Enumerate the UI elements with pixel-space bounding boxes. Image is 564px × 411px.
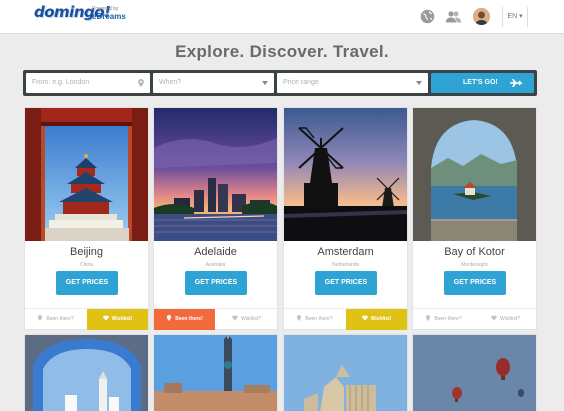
city-name: Bay of Kotor <box>444 246 505 258</box>
destination-card-adelaide[interactable]: Adelaide Australia GET PRICES Been there… <box>153 107 278 330</box>
price-placeholder: Price range <box>283 79 319 86</box>
top-bar: domingo! Powered by eDreams EN ▾ <box>0 0 564 34</box>
been-there-label: Been there? <box>46 316 74 322</box>
get-prices-button[interactable]: GET PRICES <box>315 271 377 295</box>
destination-card-photo[interactable] <box>283 334 408 411</box>
heart-icon <box>361 315 368 321</box>
been-there-label: Been there! <box>175 316 203 322</box>
search-bar: From: e.g. London When? Price range LET'… <box>23 70 537 96</box>
card-actions: Been there? Wishlist! <box>284 308 407 330</box>
get-prices-button[interactable]: GET PRICES <box>185 271 247 295</box>
chevron-down-icon <box>416 81 422 85</box>
friends-icon[interactable] <box>445 8 462 25</box>
wishlist-label: Wishlist? <box>499 316 520 322</box>
wishlist-label: Wishlist? <box>240 316 261 322</box>
country-name: China <box>79 262 94 268</box>
get-prices-button[interactable]: GET PRICES <box>444 271 506 295</box>
bay-of-kotor-photo[interactable] <box>413 108 536 241</box>
been-there-label: Been there? <box>305 316 333 322</box>
domingo-logo[interactable]: domingo! <box>34 3 111 27</box>
from-placeholder: From: e.g. London <box>32 79 90 86</box>
destination-card-amsterdam[interactable]: Amsterdam Netherlands GET PRICES Been th… <box>283 107 408 330</box>
get-prices-button[interactable]: GET PRICES <box>56 271 118 295</box>
city-name: Beijing <box>69 246 104 258</box>
wishlist-button[interactable]: Wishlist! <box>87 309 148 330</box>
been-there-button[interactable]: Been there! <box>154 309 215 330</box>
location-pin-icon <box>138 79 144 87</box>
globe-icon[interactable] <box>419 8 436 25</box>
adelaide-photo[interactable] <box>154 108 277 241</box>
page-tagline: Explore. Discover. Travel. <box>175 42 389 61</box>
heart-icon <box>102 315 109 321</box>
wishlist-label: Wishlist! <box>370 316 392 322</box>
language-selector[interactable]: EN ▾ <box>502 7 528 27</box>
powered-by-badge: Powered by eDreams <box>92 6 132 26</box>
been-there-button[interactable]: Been there? <box>25 309 86 330</box>
destination-card-bay-of-kotor[interactable]: Bay of Kotor Montenegro GET PRICES Been … <box>412 107 537 330</box>
been-there-button[interactable]: Been there? <box>284 309 345 330</box>
country-name: Netherlands <box>332 262 359 268</box>
location-pin-icon <box>167 315 172 321</box>
amsterdam-photo[interactable] <box>284 108 407 241</box>
from-field[interactable]: From: e.g. London <box>26 73 150 93</box>
wishlist-button[interactable]: Wishlist! <box>346 309 407 330</box>
card-actions: Been there! Wishlist? <box>154 308 277 330</box>
destination-card-photo[interactable] <box>412 334 537 411</box>
city-name: Amsterdam <box>317 246 374 258</box>
user-avatar[interactable] <box>473 8 490 25</box>
location-pin-icon <box>38 315 43 321</box>
wishlist-button[interactable]: Wishlist? <box>475 309 536 330</box>
destination-card-photo[interactable] <box>153 334 278 411</box>
chevron-down-icon <box>262 81 268 85</box>
heart-icon <box>491 315 497 321</box>
price-range-dropdown[interactable]: Price range <box>277 73 428 93</box>
wishlist-label: Wishlist! <box>111 316 133 322</box>
location-pin-icon <box>297 315 302 321</box>
destination-card-photo[interactable] <box>24 334 149 411</box>
been-there-label: Been there? <box>434 316 462 322</box>
destination-card-beijing[interactable]: Beijing China GET PRICES Been there? Wis… <box>24 107 149 330</box>
country-name: Australia <box>205 262 226 268</box>
lets-go-label: LET'S GO! <box>463 79 498 86</box>
been-there-button[interactable]: Been there? <box>413 309 474 330</box>
when-dropdown[interactable]: When? <box>153 73 274 93</box>
beijing-photo[interactable] <box>25 108 148 241</box>
city-name: Adelaide <box>194 246 237 258</box>
location-pin-icon <box>426 315 431 321</box>
heart-icon <box>232 315 238 321</box>
country-name: Montenegro <box>461 262 488 268</box>
lets-go-button[interactable]: LET'S GO! <box>431 73 534 93</box>
airplane-icon <box>510 79 523 87</box>
when-placeholder: When? <box>159 79 182 86</box>
card-actions: Been there? Wishlist? <box>413 308 536 330</box>
card-actions: Been there? Wishlist! <box>25 308 148 330</box>
wishlist-button[interactable]: Wishlist? <box>216 309 277 330</box>
edreams-brand: eDreams <box>92 12 126 21</box>
